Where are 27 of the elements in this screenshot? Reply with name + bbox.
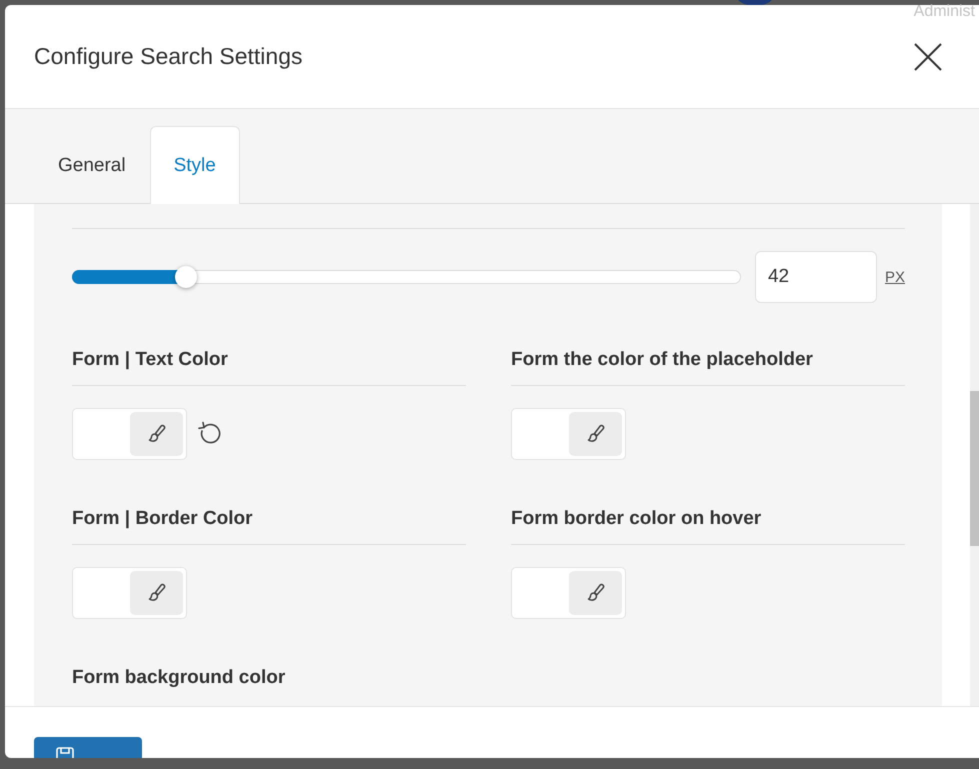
setting-label: Form background color (72, 667, 286, 690)
picker-button[interactable] (130, 571, 183, 615)
brush-icon (586, 582, 606, 604)
unit-link[interactable]: PX (884, 268, 905, 286)
height-input[interactable]: 42 (754, 251, 877, 303)
picker-button[interactable] (569, 412, 622, 456)
setting-label: Form border color on hover (511, 508, 905, 545)
scrollbar[interactable] (970, 204, 979, 706)
color-picker[interactable] (511, 408, 626, 460)
brush-icon (146, 423, 166, 445)
dialog-title: Configure Search Settings (34, 43, 302, 70)
slider-handle[interactable] (175, 266, 198, 288)
setting-label: Form | Border Color (72, 508, 466, 545)
user-name: Administ (914, 3, 975, 21)
tab[interactable]: Style (150, 126, 240, 204)
close-button[interactable] (913, 42, 943, 72)
color-picker[interactable] (72, 408, 187, 460)
setting-label: Form the color of the placeholder (511, 349, 905, 386)
tab[interactable]: General (34, 126, 150, 204)
picker-button[interactable] (569, 571, 622, 615)
color-picker[interactable] (72, 567, 187, 619)
setting-label: Form | Text Color (72, 349, 466, 386)
brush-icon (586, 423, 606, 445)
close-icon (913, 42, 943, 72)
picker-button[interactable] (130, 412, 183, 456)
color-picker[interactable] (511, 567, 626, 619)
brush-icon (146, 582, 166, 604)
